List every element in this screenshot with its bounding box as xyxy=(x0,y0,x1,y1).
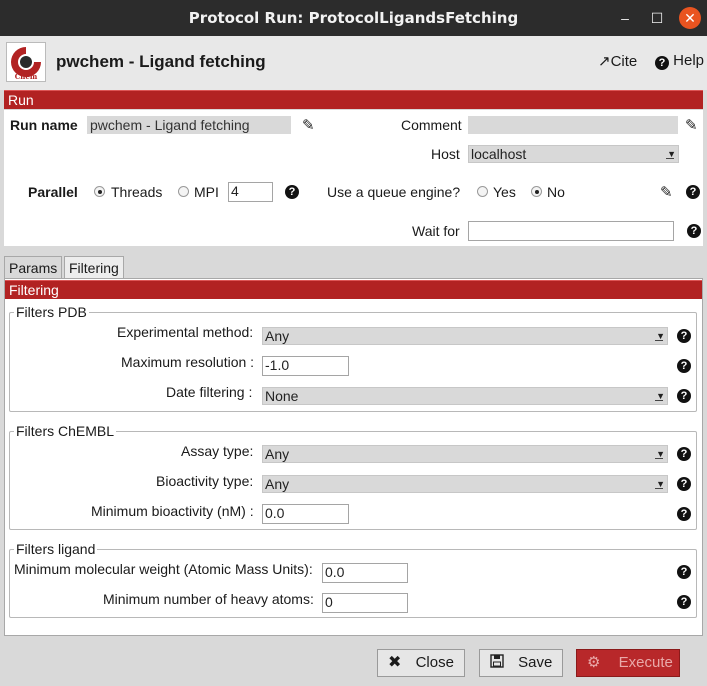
threads-radio[interactable] xyxy=(94,186,105,197)
minimum-molecular-weight-input[interactable]: 0.0 xyxy=(322,563,408,583)
pwchem-logo: Chem xyxy=(6,42,46,82)
minimum-heavy-atoms-input[interactable]: 0 xyxy=(322,593,408,613)
edit-run-name-icon[interactable]: ✎ xyxy=(302,116,315,134)
maximum-resolution-label: Maximum resolution : xyxy=(121,354,255,370)
cite-link[interactable]: ↗Cite xyxy=(598,52,637,70)
filters-ligand-legend: Filters ligand xyxy=(14,541,98,557)
minimum-bioactivity-help-icon[interactable]: ? xyxy=(677,507,691,521)
save-button[interactable]: Save xyxy=(479,649,563,677)
filtering-section-header: Filtering xyxy=(5,280,702,299)
mpi-label: MPI xyxy=(194,184,219,200)
date-filtering-label: Date filtering : xyxy=(166,384,253,400)
execute-button[interactable]: ⚙ Execute xyxy=(576,649,680,677)
queue-yes-radio[interactable] xyxy=(477,186,488,197)
comment-field[interactable] xyxy=(468,116,678,134)
queue-no-label: No xyxy=(547,184,565,200)
edit-queue-icon[interactable]: ✎ xyxy=(660,183,673,201)
logo-text: Chem xyxy=(14,72,38,81)
queue-yes-label: Yes xyxy=(493,184,516,200)
queue-no-radio[interactable] xyxy=(531,186,542,197)
tab-filtering[interactable]: Filtering xyxy=(64,256,124,279)
run-section-header: Run xyxy=(4,90,703,109)
queue-engine-label: Use a queue engine? xyxy=(327,184,461,200)
minimum-heavy-atoms-label: Minimum number of heavy atoms: xyxy=(103,591,314,607)
wait-for-input[interactable] xyxy=(468,221,674,241)
host-label: Host xyxy=(431,146,460,162)
minimum-molecular-weight-label: Minimum molecular weight (Atomic Mass Un… xyxy=(14,561,313,577)
date-filtering-select[interactable]: None ▼ xyxy=(262,387,668,405)
comment-label: Comment xyxy=(401,117,462,133)
minimum-molecular-weight-help-icon[interactable]: ? xyxy=(677,565,691,579)
host-select-value: localhost xyxy=(471,146,527,162)
protocol-title: pwchem - Ligand fetching xyxy=(56,52,266,71)
assay-type-help-icon[interactable]: ? xyxy=(677,447,691,461)
close-x-icon: ✖ xyxy=(388,654,402,671)
minimize-icon[interactable]: – xyxy=(614,7,636,29)
help-link[interactable]: ? Help xyxy=(655,52,705,70)
minimum-heavy-atoms-help-icon[interactable]: ? xyxy=(677,595,691,609)
minimum-bioactivity-label: Minimum bioactivity (nM) : xyxy=(91,503,254,519)
bioactivity-type-value: Any xyxy=(265,476,290,492)
parallel-help-icon[interactable]: ? xyxy=(285,185,299,199)
run-name-field[interactable]: pwchem - Ligand fetching xyxy=(87,116,291,134)
host-select[interactable]: localhost ▼ xyxy=(468,145,679,163)
assay-type-value: Any xyxy=(265,446,290,462)
parallel-label: Parallel xyxy=(28,184,78,200)
bioactivity-type-label: Bioactivity type: xyxy=(156,473,254,489)
threads-label: Threads xyxy=(111,184,163,200)
protocol-header: Chem pwchem - Ligand fetching ↗Cite ? He… xyxy=(0,36,707,90)
save-button-label: Save xyxy=(518,654,553,671)
wait-for-help-icon[interactable]: ? xyxy=(687,224,701,238)
close-window-icon[interactable]: ✕ xyxy=(679,7,701,29)
minimum-bioactivity-input[interactable]: 0.0 xyxy=(262,504,349,524)
assay-type-label: Assay type: xyxy=(181,443,254,459)
gears-icon: ⚙ xyxy=(587,654,601,671)
external-link-icon: ↗ xyxy=(598,53,611,70)
chevron-down-icon: ▼ xyxy=(655,328,665,344)
maximum-resolution-input[interactable]: -1.0 xyxy=(262,356,349,376)
chevron-down-icon: ▼ xyxy=(666,146,676,162)
filters-pdb-legend: Filters PDB xyxy=(14,304,89,320)
assay-type-select[interactable]: Any ▼ xyxy=(262,445,668,463)
help-label: Help xyxy=(673,52,705,69)
bioactivity-type-select[interactable]: Any ▼ xyxy=(262,475,668,493)
window-titlebar: Protocol Run: ProtocolLigandsFetching – … xyxy=(0,0,707,36)
experimental-method-label: Experimental method: xyxy=(117,324,254,340)
tab-params[interactable]: Params xyxy=(4,256,62,279)
floppy-disk-icon xyxy=(490,654,508,671)
experimental-method-select[interactable]: Any ▼ xyxy=(262,327,668,345)
filters-chembl-legend: Filters ChEMBL xyxy=(14,423,117,439)
window-title: Protocol Run: ProtocolLigandsFetching xyxy=(188,9,519,27)
experimental-method-value: Any xyxy=(265,328,290,344)
close-button[interactable]: ✖ Close xyxy=(377,649,465,677)
experimental-method-help-icon[interactable]: ? xyxy=(677,329,691,343)
bioactivity-type-help-icon[interactable]: ? xyxy=(677,477,691,491)
cite-label: Cite xyxy=(610,53,638,70)
maximum-resolution-help-icon[interactable]: ? xyxy=(677,359,691,373)
help-icon: ? xyxy=(655,56,669,70)
close-button-label: Close xyxy=(415,654,454,671)
date-filtering-help-icon[interactable]: ? xyxy=(677,389,691,403)
run-name-label: Run name xyxy=(10,117,78,133)
edit-comment-icon[interactable]: ✎ xyxy=(685,116,698,134)
execute-button-label: Execute xyxy=(618,654,673,671)
chevron-down-icon: ▼ xyxy=(655,446,665,462)
chevron-down-icon: ▼ xyxy=(655,388,665,404)
maximize-icon[interactable]: ☐ xyxy=(646,7,668,29)
wait-for-label: Wait for xyxy=(412,223,460,239)
chevron-down-icon: ▼ xyxy=(655,476,665,492)
mpi-radio[interactable] xyxy=(178,186,189,197)
queue-help-icon[interactable]: ? xyxy=(686,185,700,199)
threads-input[interactable]: 4 xyxy=(228,182,273,202)
date-filtering-value: None xyxy=(265,388,299,404)
